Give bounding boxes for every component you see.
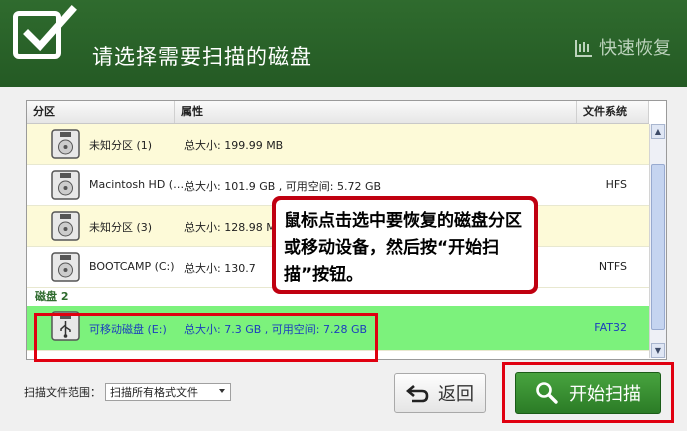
column-header-partition[interactable]: 分区: [27, 101, 175, 123]
callout-text: 鼠标点击选中要恢复的磁盘分区或移动设备，然后按“开始扫描”按钮。: [276, 200, 534, 290]
hard-disk-icon: [51, 211, 80, 241]
partition-name: BOOTCAMP (C:): [89, 260, 175, 273]
brand-logo: 快速恢复: [573, 34, 671, 60]
scrollbar-thumb[interactable]: [651, 164, 665, 330]
partition-attributes: 总大小: 101.9 GB , 可用空间: 5.72 GB: [184, 180, 382, 193]
partition-filesystem: NTFS: [598, 260, 627, 273]
back-button[interactable]: 返回: [394, 373, 486, 413]
column-header-filesystem[interactable]: 文件系统: [577, 101, 649, 123]
search-icon: [536, 382, 558, 404]
partition-filesystem: FAT32: [594, 321, 627, 334]
column-header-attributes[interactable]: 属性: [175, 101, 577, 123]
scroll-down-icon[interactable]: ▼: [651, 343, 665, 358]
partition-name: Macintosh HD (…: [89, 178, 185, 191]
partition-name: 未知分区 (3): [89, 221, 153, 234]
chevron-down-icon: [219, 389, 225, 393]
page-title: 请选择需要扫描的磁盘: [92, 45, 312, 69]
table-row[interactable]: 未知分区 (1) 总大小: 199.99 MB: [27, 124, 649, 165]
partition-attributes: 总大小: 128.98 M: [184, 221, 276, 234]
partition-name: 未知分区 (1): [89, 139, 153, 152]
list-header: 分区 属性 文件系统: [27, 101, 649, 124]
vertical-scrollbar[interactable]: ▲ ▼: [649, 124, 666, 358]
scope-select[interactable]: 扫描所有格式文件: [105, 383, 231, 401]
start-scan-label: 开始扫描: [569, 384, 641, 405]
header-bar: 请选择需要扫描的磁盘 快速恢复: [0, 0, 687, 87]
checkmark-icon: [13, 5, 77, 59]
start-scan-button[interactable]: 开始扫描: [515, 372, 661, 414]
highlight-selected-row: [34, 313, 378, 362]
back-button-label: 返回: [438, 384, 474, 405]
scan-scope: 扫描文件范围： 扫描所有格式文件: [24, 383, 231, 401]
brand-name: 快速恢复: [599, 38, 671, 59]
brand-icon: [575, 40, 592, 57]
hard-disk-icon: [51, 252, 80, 282]
hard-disk-icon: [51, 170, 80, 200]
scope-label: 扫描文件范围：: [24, 386, 101, 399]
scroll-up-icon[interactable]: ▲: [651, 124, 665, 139]
instruction-callout: 鼠标点击选中要恢复的磁盘分区或移动设备，然后按“开始扫描”按钮。: [272, 196, 538, 294]
scope-select-value: 扫描所有格式文件: [110, 386, 198, 399]
return-arrow-icon: [406, 385, 429, 403]
hard-disk-icon: [51, 129, 80, 159]
partition-attributes: 总大小: 199.99 MB: [184, 139, 284, 152]
partition-filesystem: HFS: [605, 178, 627, 191]
partition-attributes: 总大小: 130.7: [184, 262, 256, 275]
